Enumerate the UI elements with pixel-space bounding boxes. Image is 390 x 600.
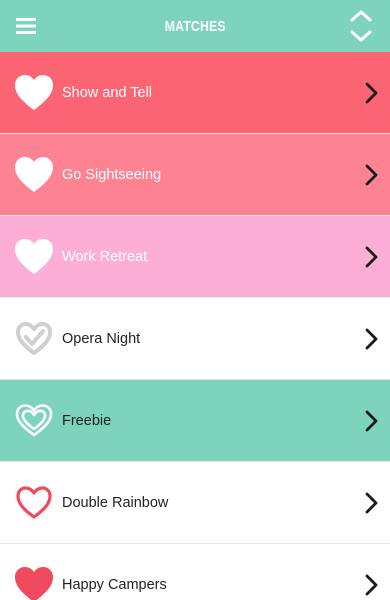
hamburger-menu-icon bbox=[16, 18, 36, 34]
match-row[interactable]: Work Retreat bbox=[0, 216, 390, 298]
double-heart-icon bbox=[15, 404, 53, 437]
heart-filled-icon bbox=[15, 567, 53, 600]
heart-filled-icon bbox=[15, 157, 53, 192]
chevron-right-icon bbox=[365, 492, 378, 514]
match-row[interactable]: Double Rainbow bbox=[0, 462, 390, 544]
match-label: Work Retreat bbox=[62, 249, 148, 265]
chevron-right-icon bbox=[365, 410, 378, 432]
match-row[interactable]: Freebie bbox=[0, 380, 390, 462]
match-list: Show and Tell Go Sightseeing Work Retrea… bbox=[0, 52, 390, 600]
match-label: Go Sightseeing bbox=[62, 167, 162, 183]
heart-filled-icon bbox=[15, 75, 53, 110]
heart-filled-icon bbox=[15, 239, 53, 274]
match-row[interactable]: Opera Night bbox=[0, 298, 390, 380]
match-row[interactable]: Go Sightseeing bbox=[0, 134, 390, 216]
match-label: Show and Tell bbox=[62, 85, 153, 101]
match-label: Freebie bbox=[62, 413, 112, 429]
chevron-right-icon bbox=[365, 82, 378, 104]
match-label: Double Rainbow bbox=[62, 495, 169, 511]
heart-outline-icon bbox=[16, 486, 52, 519]
match-label: Happy Campers bbox=[62, 577, 167, 593]
chevron-right-icon bbox=[365, 164, 378, 186]
chevron-right-icon bbox=[365, 574, 378, 596]
app-header: MATCHES bbox=[0, 0, 390, 52]
menu-button[interactable] bbox=[10, 10, 42, 42]
match-label: Opera Night bbox=[62, 331, 141, 347]
page-title: MATCHES bbox=[164, 17, 226, 35]
chevron-right-icon bbox=[365, 328, 378, 350]
chevron-right-icon bbox=[365, 246, 378, 268]
match-row[interactable]: Happy Campers bbox=[0, 544, 390, 600]
heart-check-icon bbox=[16, 322, 52, 355]
up-down-chevrons-icon bbox=[350, 10, 372, 42]
match-row[interactable]: Show and Tell bbox=[0, 52, 390, 134]
sort-button[interactable] bbox=[346, 6, 376, 46]
